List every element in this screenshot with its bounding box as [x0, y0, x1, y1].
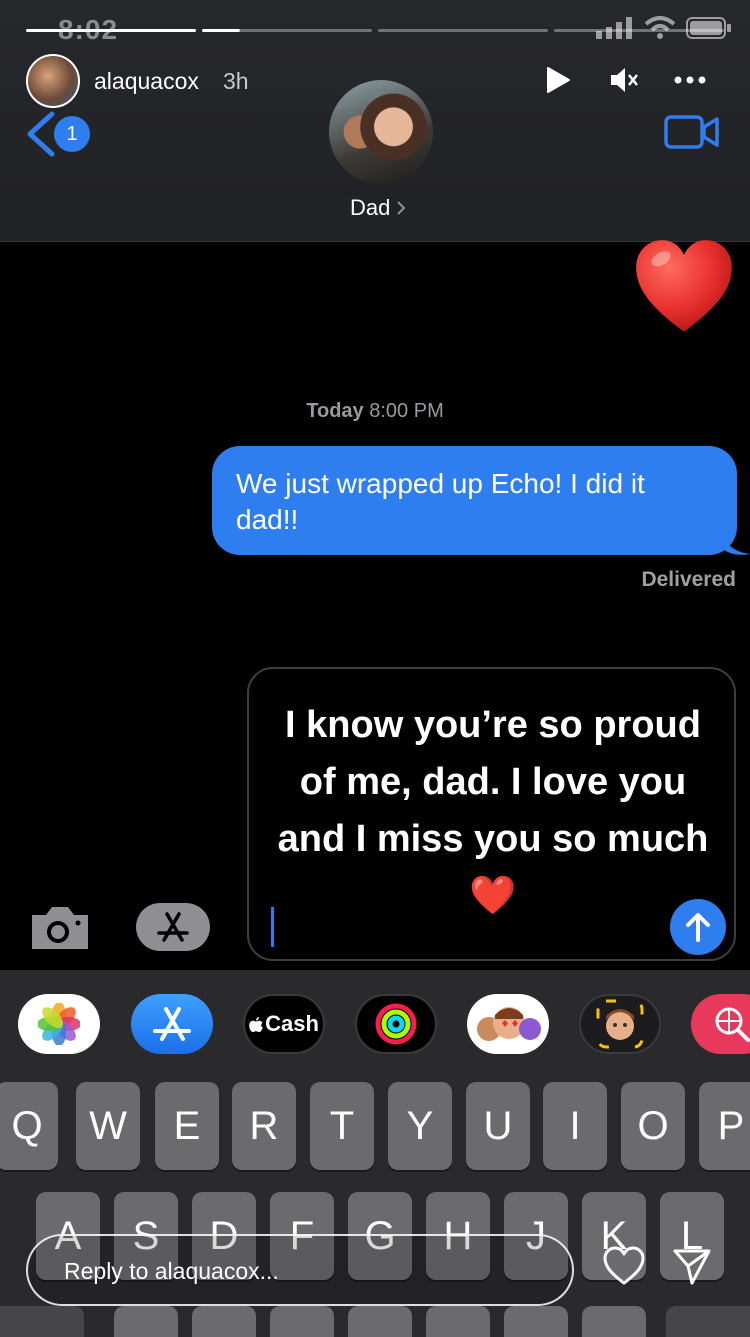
- more-icon: [674, 76, 706, 84]
- play-icon: [547, 67, 570, 93]
- key-row3-partial[interactable]: [270, 1306, 334, 1337]
- activity-app[interactable]: [355, 994, 437, 1054]
- wifi-icon: [644, 16, 676, 39]
- contact-avatar[interactable]: [329, 80, 433, 184]
- activity-rings-icon: [375, 1003, 417, 1045]
- apple-cash-app[interactable]: Cash: [243, 994, 325, 1054]
- photos-icon: [38, 1003, 80, 1045]
- status-icons: [594, 16, 732, 40]
- message-compose-field[interactable]: I know you’re so proud of me, dad. I lov…: [247, 667, 736, 961]
- memoji-faces-icon: [477, 1007, 541, 1041]
- progress-segment: [202, 29, 372, 32]
- memoji-app[interactable]: [579, 994, 661, 1054]
- contact-name[interactable]: Dad: [350, 195, 406, 221]
- story-controls: [542, 62, 706, 98]
- key-u[interactable]: U: [466, 1082, 530, 1170]
- timestamp-time: 8:00 PM: [369, 400, 444, 422]
- mute-button[interactable]: [608, 62, 640, 98]
- web-search-app[interactable]: [691, 994, 750, 1054]
- signal-icon: [596, 17, 632, 39]
- key-o[interactable]: O: [621, 1082, 685, 1170]
- story-username[interactable]: alaquacox: [94, 68, 199, 95]
- key-row3-partial[interactable]: [582, 1306, 646, 1337]
- key-row3-partial[interactable]: [348, 1306, 412, 1337]
- send-direct-icon[interactable]: [672, 1246, 712, 1286]
- video-call-icon[interactable]: [664, 114, 720, 150]
- play-button[interactable]: [542, 62, 574, 98]
- progress-segment: [554, 29, 724, 32]
- key-w[interactable]: W: [76, 1082, 140, 1170]
- cash-label: Cash: [265, 1011, 319, 1036]
- progress-segment: [26, 29, 196, 32]
- story-age: 3h: [223, 68, 249, 94]
- key-e[interactable]: E: [155, 1082, 219, 1170]
- key-p[interactable]: P: [699, 1082, 750, 1170]
- web-search-icon: [715, 1007, 750, 1042]
- delivery-status: Delivered: [641, 568, 736, 591]
- unread-badge: 1: [54, 116, 90, 152]
- story-user-avatar[interactable]: [26, 54, 80, 108]
- heart-sticker-icon: [636, 240, 732, 332]
- memoji-icon: [596, 999, 644, 1049]
- story-caption: I know you’re so proud of me, dad. I lov…: [265, 697, 721, 925]
- key-q[interactable]: Q: [0, 1082, 58, 1170]
- app-store-app[interactable]: [131, 994, 213, 1054]
- timestamp-day: Today: [306, 400, 364, 422]
- key-row3-partial[interactable]: [192, 1306, 256, 1337]
- contact-name-label: Dad: [350, 195, 391, 220]
- bubble-tail: [722, 530, 750, 555]
- animoji-app[interactable]: [467, 994, 549, 1054]
- story-progress: [26, 29, 724, 33]
- app-store-drawer-button[interactable]: [136, 903, 210, 951]
- arrow-up-icon: [686, 913, 710, 942]
- camera-icon[interactable]: [28, 903, 92, 951]
- key-row3-partial[interactable]: [426, 1306, 490, 1337]
- reply-placeholder: Reply to alaquacox...: [64, 1258, 279, 1284]
- key-row3-partial[interactable]: [504, 1306, 568, 1337]
- app-store-icon: [157, 912, 189, 942]
- caption-heart-emoji: ❤️: [469, 875, 517, 917]
- caption-text: I know you’re so proud of me, dad. I lov…: [277, 704, 709, 860]
- key-y[interactable]: Y: [388, 1082, 452, 1170]
- chevron-right-icon: [397, 201, 406, 215]
- progress-segment: [378, 29, 548, 32]
- story-reply-input[interactable]: Reply to alaquacox...: [26, 1234, 574, 1306]
- send-button[interactable]: [670, 899, 726, 955]
- more-options-button[interactable]: [674, 62, 706, 98]
- imessage-app-strip: Cash: [0, 970, 750, 1080]
- muted-speaker-icon: [611, 68, 638, 92]
- photos-app[interactable]: [18, 994, 100, 1054]
- key-t[interactable]: T: [310, 1082, 374, 1170]
- message-timestamp: Today 8:00 PM: [0, 400, 750, 423]
- sent-message-bubble[interactable]: We just wrapped up Echo! I did it dad!!: [212, 446, 737, 555]
- key-row3-partial[interactable]: [0, 1306, 84, 1337]
- battery-icon: [686, 17, 731, 39]
- text-caret: [271, 907, 274, 947]
- key-r[interactable]: R: [232, 1082, 296, 1170]
- like-heart-icon[interactable]: [602, 1244, 646, 1288]
- key-row3-partial[interactable]: [114, 1306, 178, 1337]
- imessage-header: 8:02 alaquacox 3h 1 Dad: [0, 0, 750, 242]
- apple-logo-icon: [249, 1016, 263, 1032]
- app-store-icon: [153, 1007, 191, 1041]
- key-row3-partial[interactable]: [666, 1306, 750, 1337]
- key-i[interactable]: I: [543, 1082, 607, 1170]
